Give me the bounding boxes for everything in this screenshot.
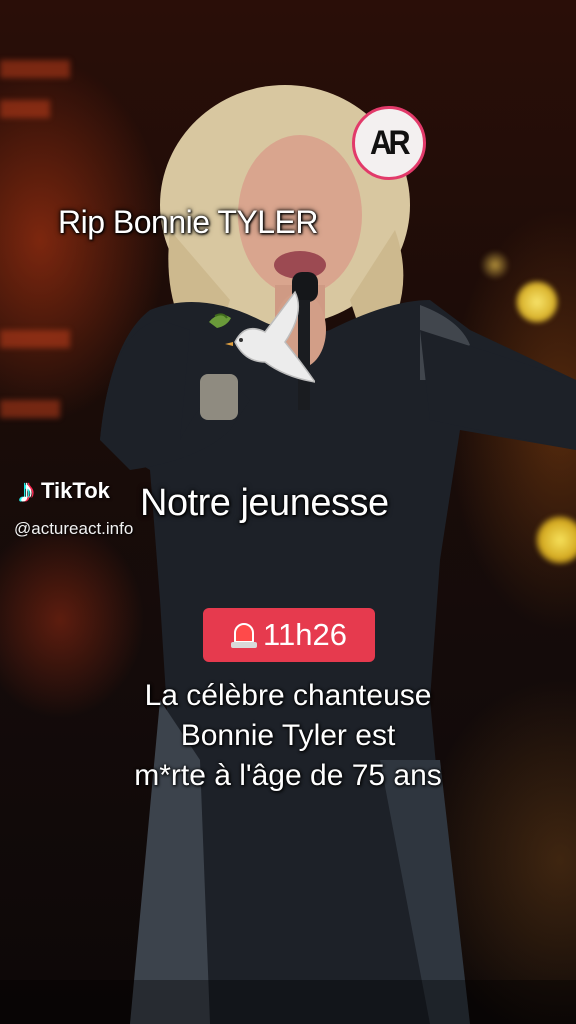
news-line: La célèbre chanteuse <box>144 679 432 712</box>
news-line: m*rte à l'âge de 75 ans <box>134 759 442 792</box>
video-frame[interactable]: AR Rip Bonnie TYLER ♪ TikTok @actureact.… <box>0 0 576 1024</box>
rotating-light-icon <box>231 621 258 649</box>
logo-text: AR <box>370 123 411 162</box>
time-badge: 11h26 <box>203 608 375 662</box>
time-text: 11h26 <box>263 617 347 652</box>
subtitle-caption: Notre jeunesse <box>140 482 389 524</box>
tiktok-watermark: ♪ TikTok <box>18 474 110 508</box>
news-line: Bonnie Tyler est <box>180 719 396 752</box>
ar-logo-badge: AR <box>352 106 426 180</box>
tiktok-handle: @actureact.info <box>14 519 134 538</box>
news-text: La célèbre chanteuse Bonnie Tyler est m*… <box>60 676 516 796</box>
tiktok-brand: TikTok <box>41 478 110 503</box>
tiktok-icon: ♪ <box>18 472 35 510</box>
dove-icon <box>209 290 315 383</box>
title-caption: Rip Bonnie TYLER <box>58 204 319 240</box>
